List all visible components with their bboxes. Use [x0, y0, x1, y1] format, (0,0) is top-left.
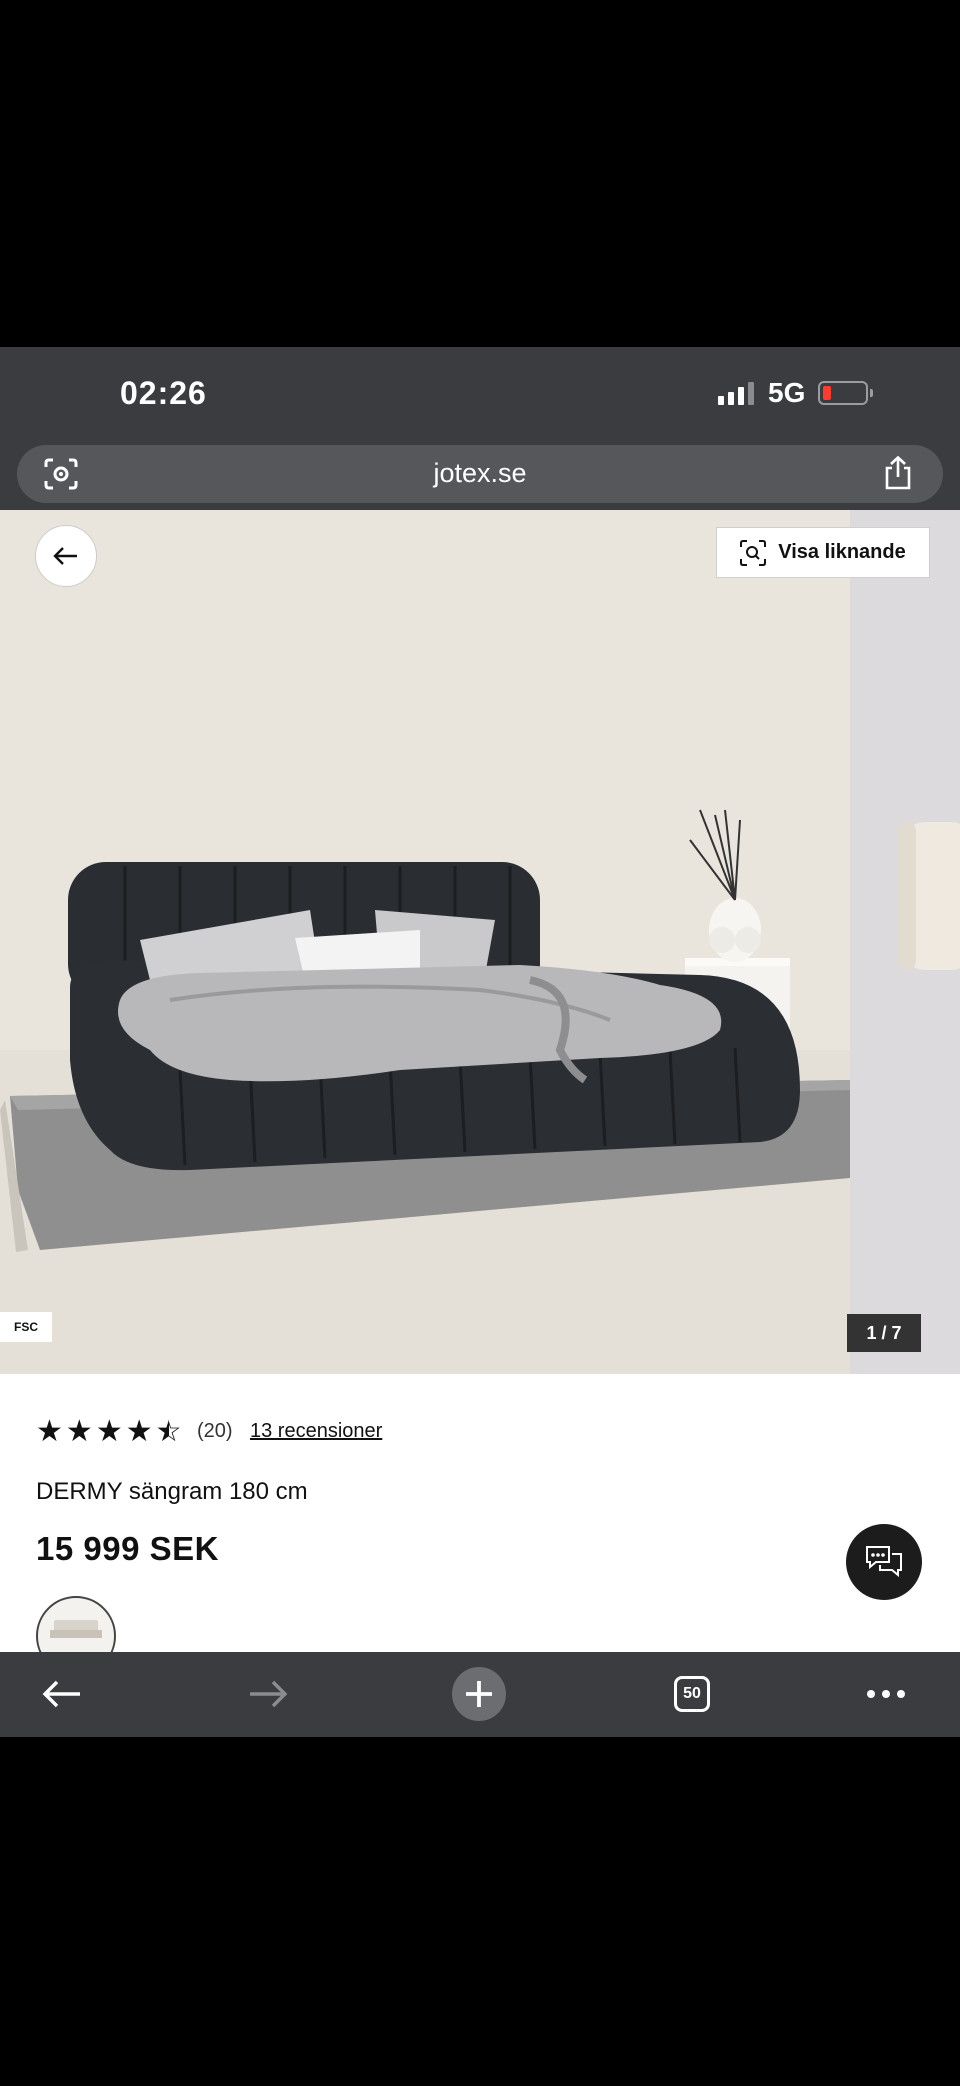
star-icon: ★ [125, 1415, 153, 1448]
address-bar-area: jotex.se [0, 437, 960, 510]
product-gallery[interactable]: Visa liknande FSC 1 / 7 [0, 510, 960, 1374]
rating-stars[interactable]: ★ ★ ★ ★ ★☆ [36, 1417, 182, 1447]
visual-search-icon [740, 539, 767, 566]
rating-count: (20) [197, 1420, 233, 1442]
share-icon[interactable] [883, 456, 913, 490]
next-image-peek[interactable] [850, 510, 960, 1374]
back-button[interactable] [35, 525, 97, 587]
tabs-button[interactable]: 50 [664, 1666, 720, 1722]
browser-forward-button[interactable] [240, 1666, 296, 1722]
fsc-badge: FSC [0, 1312, 52, 1342]
status-time: 02:26 [120, 375, 207, 411]
chat-icon [866, 1546, 902, 1578]
more-dots-icon [867, 1690, 905, 1698]
signal-icon [718, 381, 754, 405]
star-icon: ★ [36, 1415, 63, 1448]
show-similar-label: Visa liknande [778, 541, 906, 563]
browser-toolbar: 50 [0, 1652, 960, 1737]
network-type: 5G [768, 377, 806, 408]
product-image[interactable] [0, 510, 850, 1374]
product-price: 15 999 SEK [36, 1530, 219, 1567]
reviews-link[interactable]: 13 recensioner [250, 1420, 382, 1443]
tab-count: 50 [674, 1676, 710, 1712]
address-bar[interactable]: jotex.se [17, 445, 943, 503]
browser-frame: 02:26 5G jotex.se Visa liknande FSC 1 / … [0, 347, 960, 1737]
arrow-left-icon [42, 1680, 80, 1708]
show-similar-button[interactable]: Visa liknande [716, 527, 930, 578]
arrow-left-icon [53, 547, 77, 565]
image-counter: 1 / 7 [847, 1314, 921, 1352]
status-bar: 02:26 5G [0, 347, 960, 437]
half-star-icon: ★☆ [156, 1417, 182, 1447]
browser-back-button[interactable] [34, 1666, 90, 1722]
star-icon: ★ [65, 1415, 93, 1448]
star-icon: ★ [95, 1415, 123, 1448]
new-tab-button[interactable] [451, 1666, 507, 1722]
bed-illustration [0, 510, 850, 1374]
plus-icon [452, 1667, 506, 1721]
battery-icon [818, 381, 873, 405]
chair-illustration [850, 510, 960, 1374]
chat-button[interactable] [846, 1524, 922, 1600]
arrow-right-icon [250, 1680, 288, 1708]
url-text[interactable]: jotex.se [17, 458, 943, 489]
product-info: ★ ★ ★ ★ ★☆ (20) 13 recensioner DERMY sän… [0, 1374, 960, 1676]
more-menu-button[interactable] [858, 1666, 914, 1722]
product-name: DERMY sängram 180 cm [36, 1478, 308, 1505]
